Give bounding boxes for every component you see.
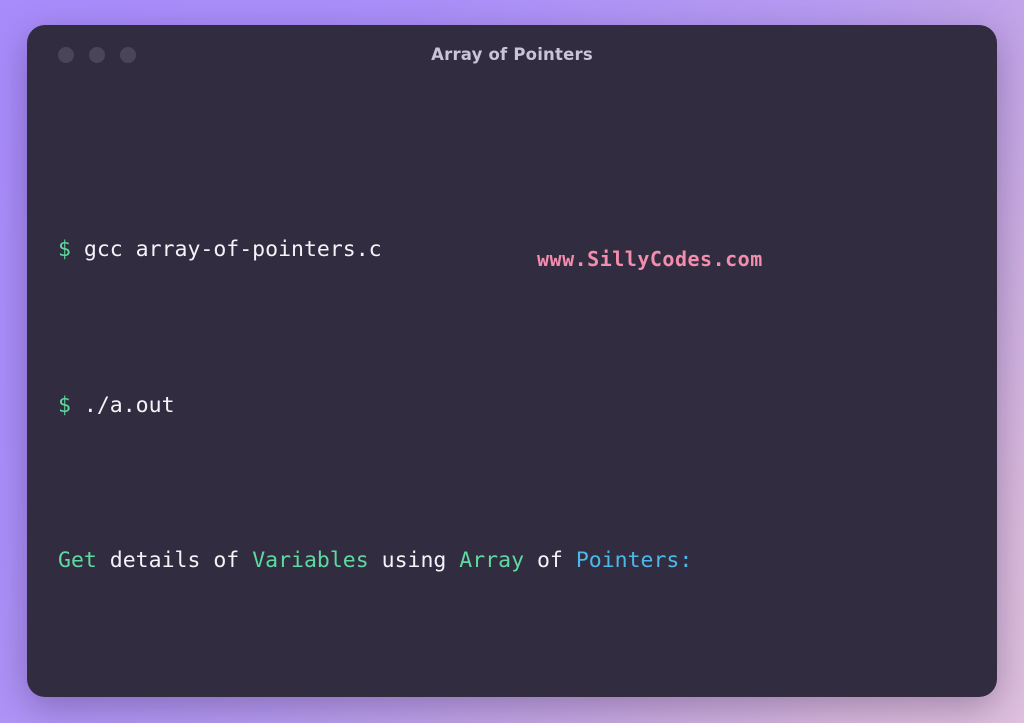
prompt-symbol: $ <box>58 237 71 263</box>
command-run: ./a.out <box>83 392 175 418</box>
window-titlebar: Array of Pointers <box>27 25 997 83</box>
header-variables: Variables <box>252 547 369 573</box>
header-of: of <box>524 547 576 573</box>
command-line: $ ./a.out <box>58 387 997 426</box>
header-details-of: details of <box>96 547 253 573</box>
header-array: Array <box>459 547 525 573</box>
terminal-output[interactable]: $ gcc array-of-pointers.c $ ./a.out Get … <box>27 83 997 697</box>
header-get: Get <box>58 547 97 573</box>
header-pointers: Pointers: <box>575 547 693 573</box>
header-using: using <box>368 547 460 573</box>
site-watermark: www.SillyCodes.com <box>537 247 763 271</box>
window-title: Array of Pointers <box>431 45 593 64</box>
output-header-line: Get details of Variables using Array of … <box>58 542 997 581</box>
prompt-symbol: $ <box>58 392 71 418</box>
terminal-window: Array of Pointers $ gcc array-of-pointer… <box>27 25 997 697</box>
command-gcc: gcc array-of-pointers.c <box>83 237 382 263</box>
command-text <box>71 237 84 262</box>
command-line: $ gcc array-of-pointers.c <box>58 231 997 270</box>
